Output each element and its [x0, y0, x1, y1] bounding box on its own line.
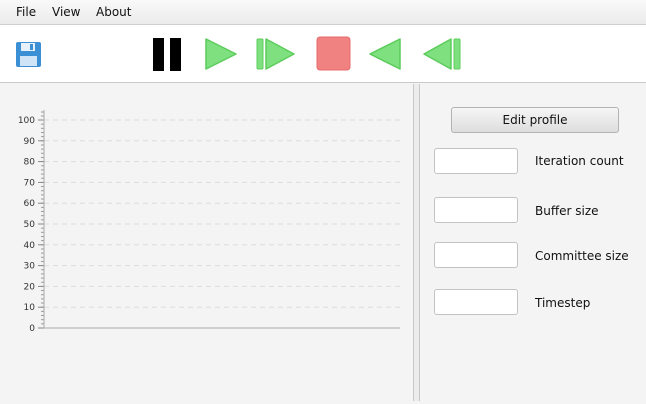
play-button[interactable]	[198, 31, 242, 77]
iteration-count-field[interactable]	[434, 148, 518, 174]
edit-profile-button[interactable]: Edit profile	[451, 107, 619, 133]
chart-pane: 0 10 20 30 40 50 60 70 80 90 100	[0, 84, 414, 401]
play-backward-icon	[369, 38, 401, 70]
buffer-size-field[interactable]	[434, 197, 518, 223]
step-backward-button[interactable]	[420, 31, 464, 77]
y-tick-label: 50	[24, 220, 36, 230]
save-button[interactable]	[6, 31, 50, 77]
menu-about[interactable]: About	[96, 5, 131, 19]
stop-button[interactable]	[311, 31, 355, 77]
y-tick-label: 80	[24, 158, 36, 168]
y-tick-label: 60	[24, 199, 36, 209]
y-tick-label: 40	[24, 241, 36, 251]
step-backward-icon	[423, 38, 461, 70]
committee-size-label: Committee size	[535, 249, 629, 263]
step-forward-button[interactable]	[252, 31, 296, 77]
toolbar	[0, 25, 646, 83]
y-tick-label: 0	[29, 324, 35, 334]
y-tick-label: 10	[24, 303, 36, 313]
y-tick-label: 30	[24, 262, 36, 272]
play-icon	[205, 38, 237, 70]
settings-pane: Edit profile Iteration count Buffer size…	[420, 84, 646, 401]
y-tick-label: 20	[24, 282, 36, 292]
iteration-count-label: Iteration count	[535, 154, 624, 168]
y-tick-label: 100	[18, 116, 35, 126]
pause-button[interactable]	[146, 31, 190, 77]
step-forward-icon	[256, 38, 295, 70]
timestep-field[interactable]	[434, 289, 518, 315]
buffer-size-label: Buffer size	[535, 204, 599, 218]
pause-icon	[153, 38, 181, 71]
menu-file[interactable]: File	[16, 5, 36, 19]
menu-view[interactable]: View	[52, 5, 80, 19]
y-tick-label: 90	[24, 137, 36, 147]
menu-bar: File View About	[0, 0, 646, 25]
stop-icon	[316, 36, 351, 71]
committee-size-field[interactable]	[434, 242, 518, 268]
play-backward-button[interactable]	[364, 31, 408, 77]
floppy-disk-save-icon	[16, 42, 41, 67]
timestep-label: Timestep	[535, 296, 591, 310]
line-chart: 0 10 20 30 40 50 60 70 80 90 100	[18, 110, 400, 334]
y-tick-label: 70	[24, 178, 36, 188]
